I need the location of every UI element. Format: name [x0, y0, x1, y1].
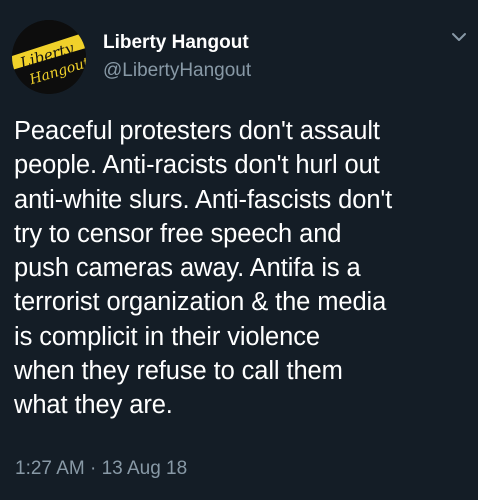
tweet-date: 13 Aug 18: [101, 458, 188, 479]
tweet-text-line: what they are.: [14, 391, 173, 420]
tweet-text-line: is complicit in their violence: [14, 322, 320, 351]
tweet-time: 1:27 AM: [15, 458, 85, 479]
tweet-text-line: push cameras away. Antifa is a: [14, 254, 361, 283]
tweet-timestamp[interactable]: 1:27 AM · 13 Aug 18: [15, 458, 187, 480]
meta-separator: ·: [90, 458, 97, 479]
liberty-hangout-logo: Liberty Hangout: [12, 20, 86, 94]
chevron-down-icon[interactable]: [448, 30, 470, 46]
tweet-text-line: when they refuse to call them: [14, 357, 343, 386]
user-handle[interactable]: @LibertyHangout: [103, 60, 251, 82]
tweet-text-line: anti-white slurs. Anti-fascists don't: [14, 185, 393, 214]
tweet-text-line: try to censor free speech and: [14, 219, 342, 248]
tweet-text-line: terrorist organization & the media: [14, 288, 387, 317]
tweet-card: Liberty Hangout Liberty Hangout @Liberty…: [0, 0, 478, 500]
avatar[interactable]: Liberty Hangout: [12, 20, 86, 94]
tweet-text-line: people. Anti-racists don't hurl out: [14, 151, 380, 180]
tweet-text: Peaceful protesters don't assault people…: [14, 114, 472, 423]
display-name[interactable]: Liberty Hangout: [103, 32, 249, 54]
tweet-text-line: Peaceful protesters don't assault: [14, 117, 380, 145]
